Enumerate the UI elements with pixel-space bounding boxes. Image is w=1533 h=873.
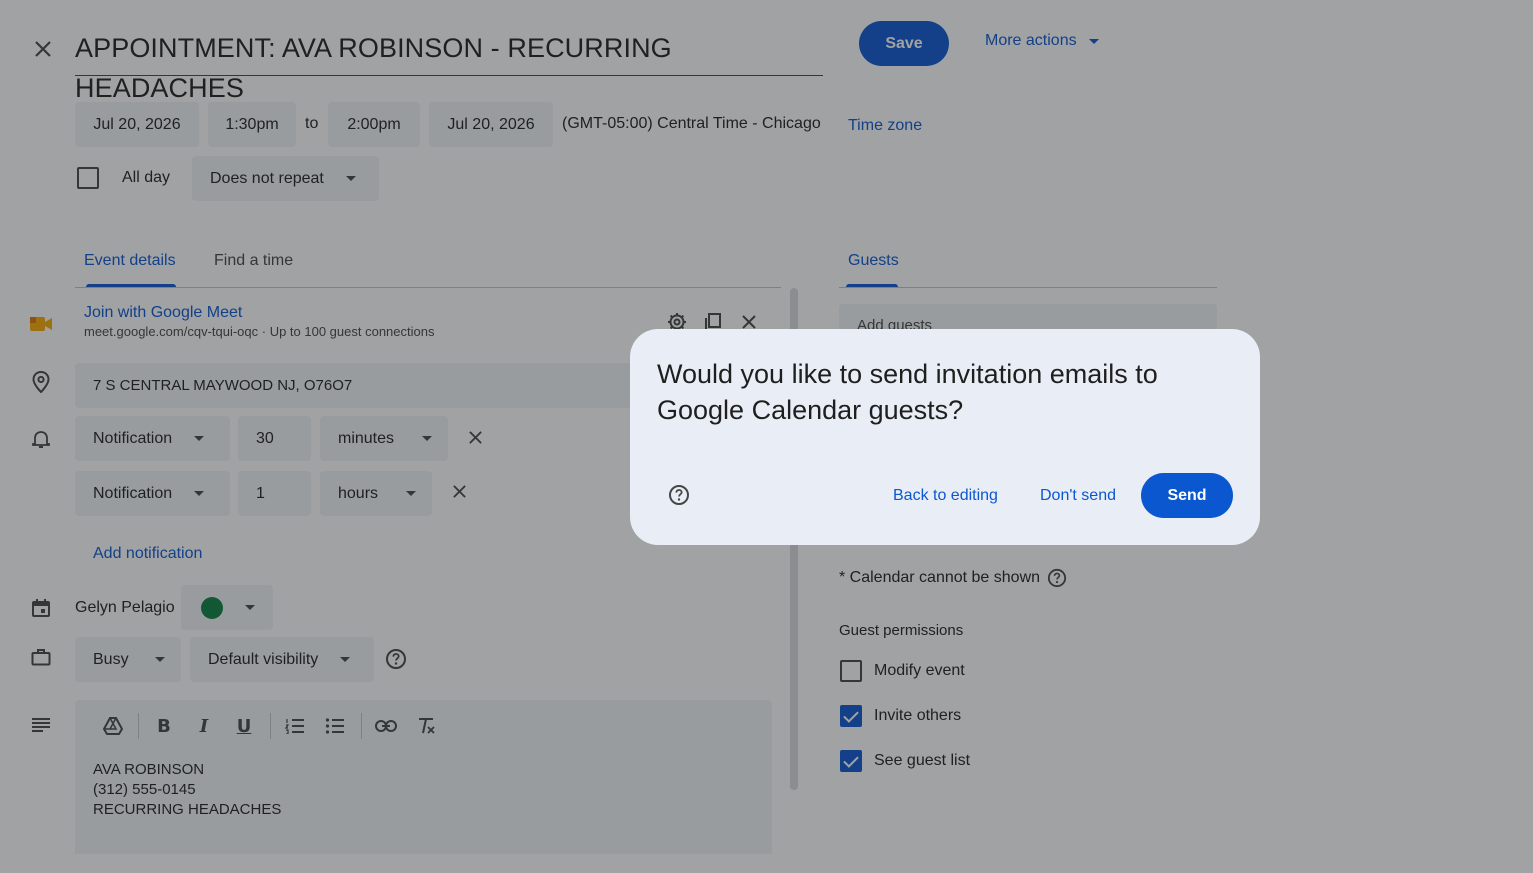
send-button[interactable]: Send (1141, 473, 1233, 518)
send-invitations-dialog: Would you like to send invitation emails… (630, 329, 1260, 545)
back-to-editing-button[interactable]: Back to editing (893, 487, 998, 505)
dont-send-button[interactable]: Don't send (1040, 487, 1116, 505)
send-button-label: Send (1167, 486, 1207, 504)
help-icon[interactable] (667, 483, 691, 507)
dialog-message: Would you like to send invitation emails… (657, 359, 1158, 425)
